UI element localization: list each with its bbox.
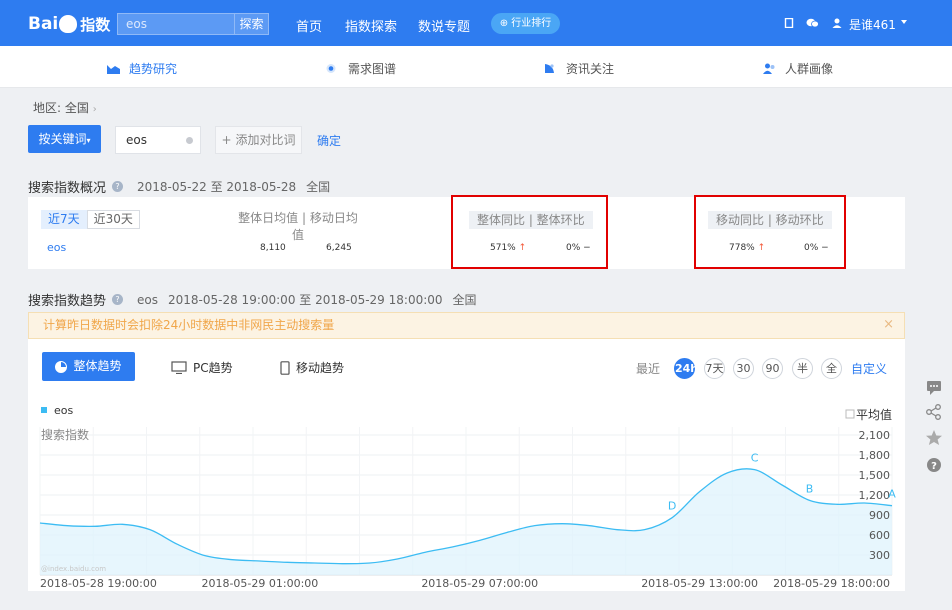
logo-text-left: Bai [28, 14, 59, 34]
keyword-field[interactable]: eos [115, 126, 201, 154]
notice-banner: 计算昨日数据时会扣除24小时数据中非网民主动搜索量 × [28, 312, 905, 339]
legend-swatch [41, 407, 47, 413]
news-icon [545, 64, 554, 73]
watermark: @index.baidu.com [41, 565, 106, 573]
trend-range: 2018-05-28 19:00:00 至 2018-05-29 18:00:0… [168, 293, 443, 307]
overview-date-range: 2018-05-22 至 2018-05-28 [137, 180, 297, 194]
subnav-news-focus[interactable]: 资讯关注 [544, 60, 614, 77]
subnav-demand-map[interactable]: 需求图谱 [326, 60, 396, 77]
y-tick-label: 300 [869, 549, 890, 562]
keyword-value: eos [126, 133, 147, 147]
subnav-label: 人群画像 [785, 62, 834, 76]
legend-eos: eos [54, 404, 73, 417]
search-box: 探索 [117, 13, 269, 35]
add-compare-button[interactable]: + 添加对比词 [215, 126, 302, 154]
subnav-label: 资讯关注 [566, 62, 615, 76]
annotation-d[interactable]: D [668, 500, 676, 513]
annotation-b[interactable]: B [806, 482, 814, 495]
daily-average-header: 整体日均值 | 移动日均值 [238, 211, 358, 242]
tab-7-days[interactable]: 近7天 [41, 210, 87, 229]
y-axis-label: 搜索指数 [41, 427, 89, 442]
top-bar: Bai 指数 探索 首页 指数探索 数说专题 ⊕ 行业排行 是谁461 [0, 0, 952, 46]
sub-nav: 趋势研究 需求图谱 资讯关注 人群画像 [0, 46, 952, 88]
wechat-icon[interactable] [806, 18, 819, 28]
average-label: 平均值 [856, 407, 892, 422]
caret-down-icon: ▾ [86, 136, 91, 145]
trend-region: 全国 [452, 293, 477, 307]
overview-title: 搜索指数概况 [28, 181, 107, 196]
x-tick-label: 2018-05-29 07:00:00 [421, 577, 538, 590]
highlight-box-total [451, 195, 608, 269]
subnav-label: 需求图谱 [348, 62, 397, 76]
baidu-index-logo[interactable]: Bai 指数 [28, 10, 110, 38]
search-input[interactable] [118, 14, 234, 34]
logo-text-right: 指数 [80, 15, 111, 34]
period-tabs: 近7天 近30天 [41, 210, 140, 229]
x-tick-label: 2018-05-29 18:00:00 [773, 577, 890, 590]
clear-icon[interactable] [186, 137, 193, 144]
keyword-mode-label: 按关键词 [38, 132, 87, 146]
region-breadcrumb[interactable]: 地区: 全国 › [33, 99, 97, 116]
comment-icon[interactable] [923, 376, 945, 398]
trend-chart-icon [107, 65, 120, 74]
mobile-daily-value: 6,245 [326, 243, 352, 253]
trend-chart: 2,100 1,800 1,500 1,200 900 600 300 2018-05-28 … [39, 404, 896, 590]
share-icon[interactable] [923, 401, 945, 423]
target-icon [326, 64, 336, 73]
x-tick-label: 2018-05-29 13:00:00 [641, 577, 758, 590]
total-daily-value: 8,110 [260, 243, 286, 253]
plus-icon: + [221, 133, 232, 147]
help-icon[interactable]: ? [112, 181, 124, 192]
keyword-mode-dropdown[interactable]: 按关键词▾ [28, 125, 101, 153]
rank-label: 行业排行 [511, 18, 552, 29]
x-tick-label: 2018-05-29 01:00:00 [201, 577, 318, 590]
region-label: 地区: 全国 [33, 101, 89, 115]
y-tick-label: 1,800 [859, 449, 891, 462]
username[interactable]: 是谁461 [849, 16, 896, 33]
tab-30-days[interactable]: 近30天 [86, 210, 140, 229]
industry-rank-button[interactable]: ⊕ 行业排行 [491, 13, 560, 34]
y-tick-label: 2,100 [859, 429, 891, 442]
x-tick-label: 2018-05-28 19:00:00 [40, 577, 157, 590]
help-circle-icon[interactable]: ? [923, 454, 945, 476]
search-button[interactable]: 探索 [234, 14, 268, 34]
overview-region: 全国 [306, 180, 331, 194]
nav-data-topics[interactable]: 数说专题 [418, 16, 470, 35]
average-checkbox[interactable] [845, 409, 855, 419]
nav-index-explore[interactable]: 指数探索 [345, 16, 397, 35]
rank-icon: ⊕ [499, 18, 509, 29]
paw-icon [59, 15, 78, 33]
annotation-c[interactable]: C [751, 452, 759, 465]
highlight-box-mobile [694, 195, 846, 269]
confirm-button[interactable]: 确定 [317, 132, 341, 149]
y-tick-label: 900 [869, 509, 890, 522]
trend-title: 搜索指数趋势 [28, 294, 107, 309]
chevron-down-icon[interactable] [901, 20, 907, 27]
chevron-right-icon: › [92, 104, 97, 115]
overview-keyword: eos [47, 241, 67, 254]
trend-keyword: eos [137, 292, 158, 307]
add-compare-label: 添加对比词 [235, 133, 296, 147]
star-icon[interactable] [923, 427, 945, 449]
y-tick-label: 1,500 [859, 469, 891, 482]
subnav-audience-profile[interactable]: 人群画像 [763, 60, 833, 77]
notice-text: 计算昨日数据时会扣除24小时数据中非网民主动搜索量 [43, 318, 335, 332]
annotation-a[interactable]: A [888, 488, 896, 501]
nav-home[interactable]: 首页 [296, 16, 322, 35]
trend-title-row: 搜索指数趋势 ? eos 2018-05-28 19:00:00 至 2018-… [28, 290, 477, 310]
people-icon [763, 63, 775, 74]
close-icon[interactable]: × [883, 312, 894, 337]
trend-panel: 整体趋势 PC趋势 移动趋势 最近 24h 7天 30 90 半 全 自定义 2… [28, 339, 905, 591]
mobile-icon[interactable] [784, 18, 794, 28]
help-icon[interactable]: ? [112, 294, 124, 305]
svg-text:?: ? [931, 461, 937, 472]
overview-title-row: 搜索指数概况 ? 2018-05-22 至 2018-05-28 全国 [28, 177, 330, 196]
user-icon [832, 18, 842, 28]
subnav-label: 趋势研究 [129, 62, 178, 76]
y-tick-label: 1,200 [859, 489, 891, 502]
y-tick-label: 600 [869, 529, 890, 542]
subnav-trend-research[interactable]: 趋势研究 [107, 60, 177, 77]
